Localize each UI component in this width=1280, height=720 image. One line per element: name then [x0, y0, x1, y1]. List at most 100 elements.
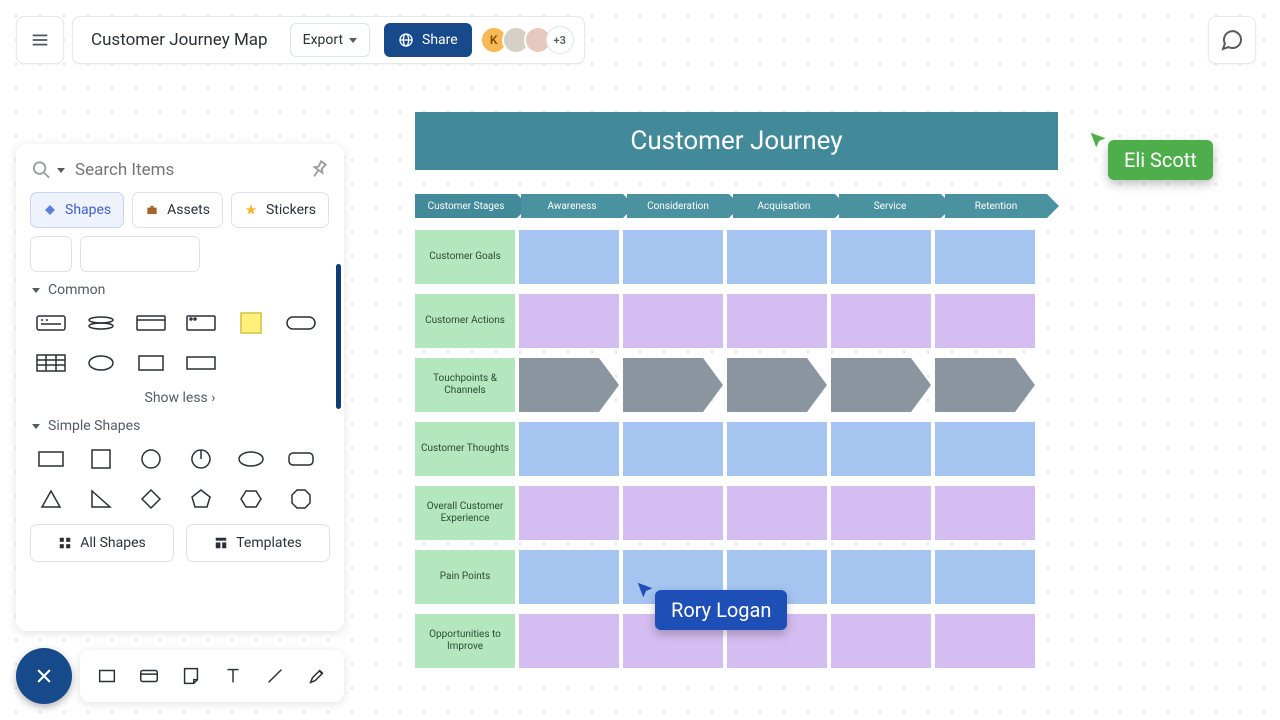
- cell[interactable]: [623, 294, 723, 348]
- shape-window[interactable]: [180, 308, 222, 338]
- document-title[interactable]: Customer Journey Map: [83, 30, 276, 50]
- shape-diamond[interactable]: [130, 484, 172, 514]
- row-label[interactable]: Customer Goals: [415, 230, 515, 284]
- chat-icon: [1220, 28, 1244, 52]
- stage-header[interactable]: Awareness: [521, 194, 623, 218]
- cell[interactable]: [935, 422, 1035, 476]
- cell-arrow[interactable]: [727, 358, 827, 412]
- stage-header[interactable]: Retention: [945, 194, 1047, 218]
- shape-rect-small[interactable]: [130, 348, 172, 378]
- tool-text[interactable]: [214, 657, 252, 695]
- cell[interactable]: [831, 294, 931, 348]
- comments-button[interactable]: [1208, 16, 1256, 64]
- shape-rounded-rect[interactable]: [280, 308, 322, 338]
- cell[interactable]: [727, 422, 827, 476]
- search-icon: [30, 158, 53, 182]
- shape-capsule-stack[interactable]: [80, 308, 122, 338]
- cell[interactable]: [727, 230, 827, 284]
- tool-highlighter[interactable]: [298, 657, 336, 695]
- shape-rounded[interactable]: [280, 444, 322, 474]
- cell-arrow[interactable]: [623, 358, 723, 412]
- section-simple-header[interactable]: Simple Shapes: [32, 418, 328, 434]
- shape-hexagon[interactable]: [230, 484, 272, 514]
- caret-down-icon: [349, 38, 357, 43]
- cell[interactable]: [727, 486, 827, 540]
- stage-header[interactable]: Acquisation: [733, 194, 835, 218]
- cell[interactable]: [935, 486, 1035, 540]
- avatar-more[interactable]: +3: [546, 26, 574, 54]
- cell[interactable]: [519, 550, 619, 604]
- shape-triangle[interactable]: [30, 484, 72, 514]
- cell-arrow[interactable]: [831, 358, 931, 412]
- cell[interactable]: [727, 294, 827, 348]
- search-input[interactable]: [75, 160, 297, 180]
- panel-scrollbar[interactable]: [336, 264, 341, 409]
- share-button[interactable]: Share: [384, 23, 472, 57]
- row-label[interactable]: Customer Actions: [415, 294, 515, 348]
- cell[interactable]: [935, 230, 1035, 284]
- cell[interactable]: [623, 486, 723, 540]
- cell-arrow[interactable]: [519, 358, 619, 412]
- stage-header[interactable]: Service: [839, 194, 941, 218]
- shape-ellipse[interactable]: [80, 348, 122, 378]
- row-label[interactable]: Pain Points: [415, 550, 515, 604]
- cell[interactable]: [519, 614, 619, 668]
- close-panel-button[interactable]: [16, 648, 72, 704]
- tool-card[interactable]: [130, 657, 168, 695]
- search-dropdown-icon[interactable]: [57, 168, 65, 173]
- tab-extra-1[interactable]: [30, 236, 72, 272]
- section-common-header[interactable]: Common: [32, 282, 328, 298]
- cell[interactable]: [519, 294, 619, 348]
- all-shapes-button[interactable]: All Shapes: [30, 524, 174, 562]
- cell-arrow[interactable]: [935, 358, 1035, 412]
- canvas-title[interactable]: Customer Journey: [415, 112, 1058, 170]
- row-label[interactable]: Customer Thoughts: [415, 422, 515, 476]
- cell[interactable]: [519, 486, 619, 540]
- cell[interactable]: [519, 422, 619, 476]
- cell[interactable]: [935, 294, 1035, 348]
- shape-circle[interactable]: [130, 444, 172, 474]
- export-button[interactable]: Export: [290, 23, 370, 57]
- cell[interactable]: [935, 614, 1035, 668]
- cell[interactable]: [935, 550, 1035, 604]
- shape-square[interactable]: [80, 444, 122, 474]
- templates-button[interactable]: Templates: [186, 524, 330, 562]
- cell[interactable]: [831, 550, 931, 604]
- row-label[interactable]: Overall Customer Experience: [415, 486, 515, 540]
- shape-browser[interactable]: [130, 308, 172, 338]
- tab-extra-2[interactable]: [80, 236, 200, 272]
- show-less-label: Show less: [145, 390, 208, 406]
- shape-pentagon[interactable]: [180, 484, 222, 514]
- shape-donut[interactable]: [180, 444, 222, 474]
- shape-sticky-note[interactable]: [230, 308, 272, 338]
- row-label[interactable]: Opportunities to Improve: [415, 614, 515, 668]
- row-label[interactable]: Touchpoints & Channels: [415, 358, 515, 412]
- shape-rectangle[interactable]: [30, 444, 72, 474]
- pin-icon[interactable]: [302, 154, 335, 187]
- shape-table[interactable]: [30, 348, 72, 378]
- shape-right-triangle[interactable]: [80, 484, 122, 514]
- cell[interactable]: [831, 230, 931, 284]
- cell[interactable]: [831, 486, 931, 540]
- tool-line[interactable]: [256, 657, 294, 695]
- stage-header[interactable]: Consideration: [627, 194, 729, 218]
- cell[interactable]: [623, 422, 723, 476]
- cell[interactable]: [831, 614, 931, 668]
- tab-stickers[interactable]: Stickers: [231, 192, 329, 228]
- cell[interactable]: [623, 230, 723, 284]
- shape-keyboard[interactable]: [30, 308, 72, 338]
- shape-oval[interactable]: [230, 444, 272, 474]
- star-icon: [244, 203, 258, 217]
- cell[interactable]: [519, 230, 619, 284]
- tab-shapes[interactable]: Shapes: [30, 192, 124, 228]
- shape-rect-wide[interactable]: [180, 348, 222, 378]
- tab-assets[interactable]: Assets: [132, 192, 223, 228]
- stage-header[interactable]: Customer Stages: [415, 194, 517, 218]
- shape-octagon[interactable]: [280, 484, 322, 514]
- menu-button[interactable]: [16, 16, 64, 64]
- show-less-button[interactable]: Show less ›: [30, 384, 330, 408]
- cell[interactable]: [831, 422, 931, 476]
- tool-rectangle[interactable]: [88, 657, 126, 695]
- tool-note[interactable]: [172, 657, 210, 695]
- collaborator-avatars[interactable]: K +3: [486, 26, 574, 54]
